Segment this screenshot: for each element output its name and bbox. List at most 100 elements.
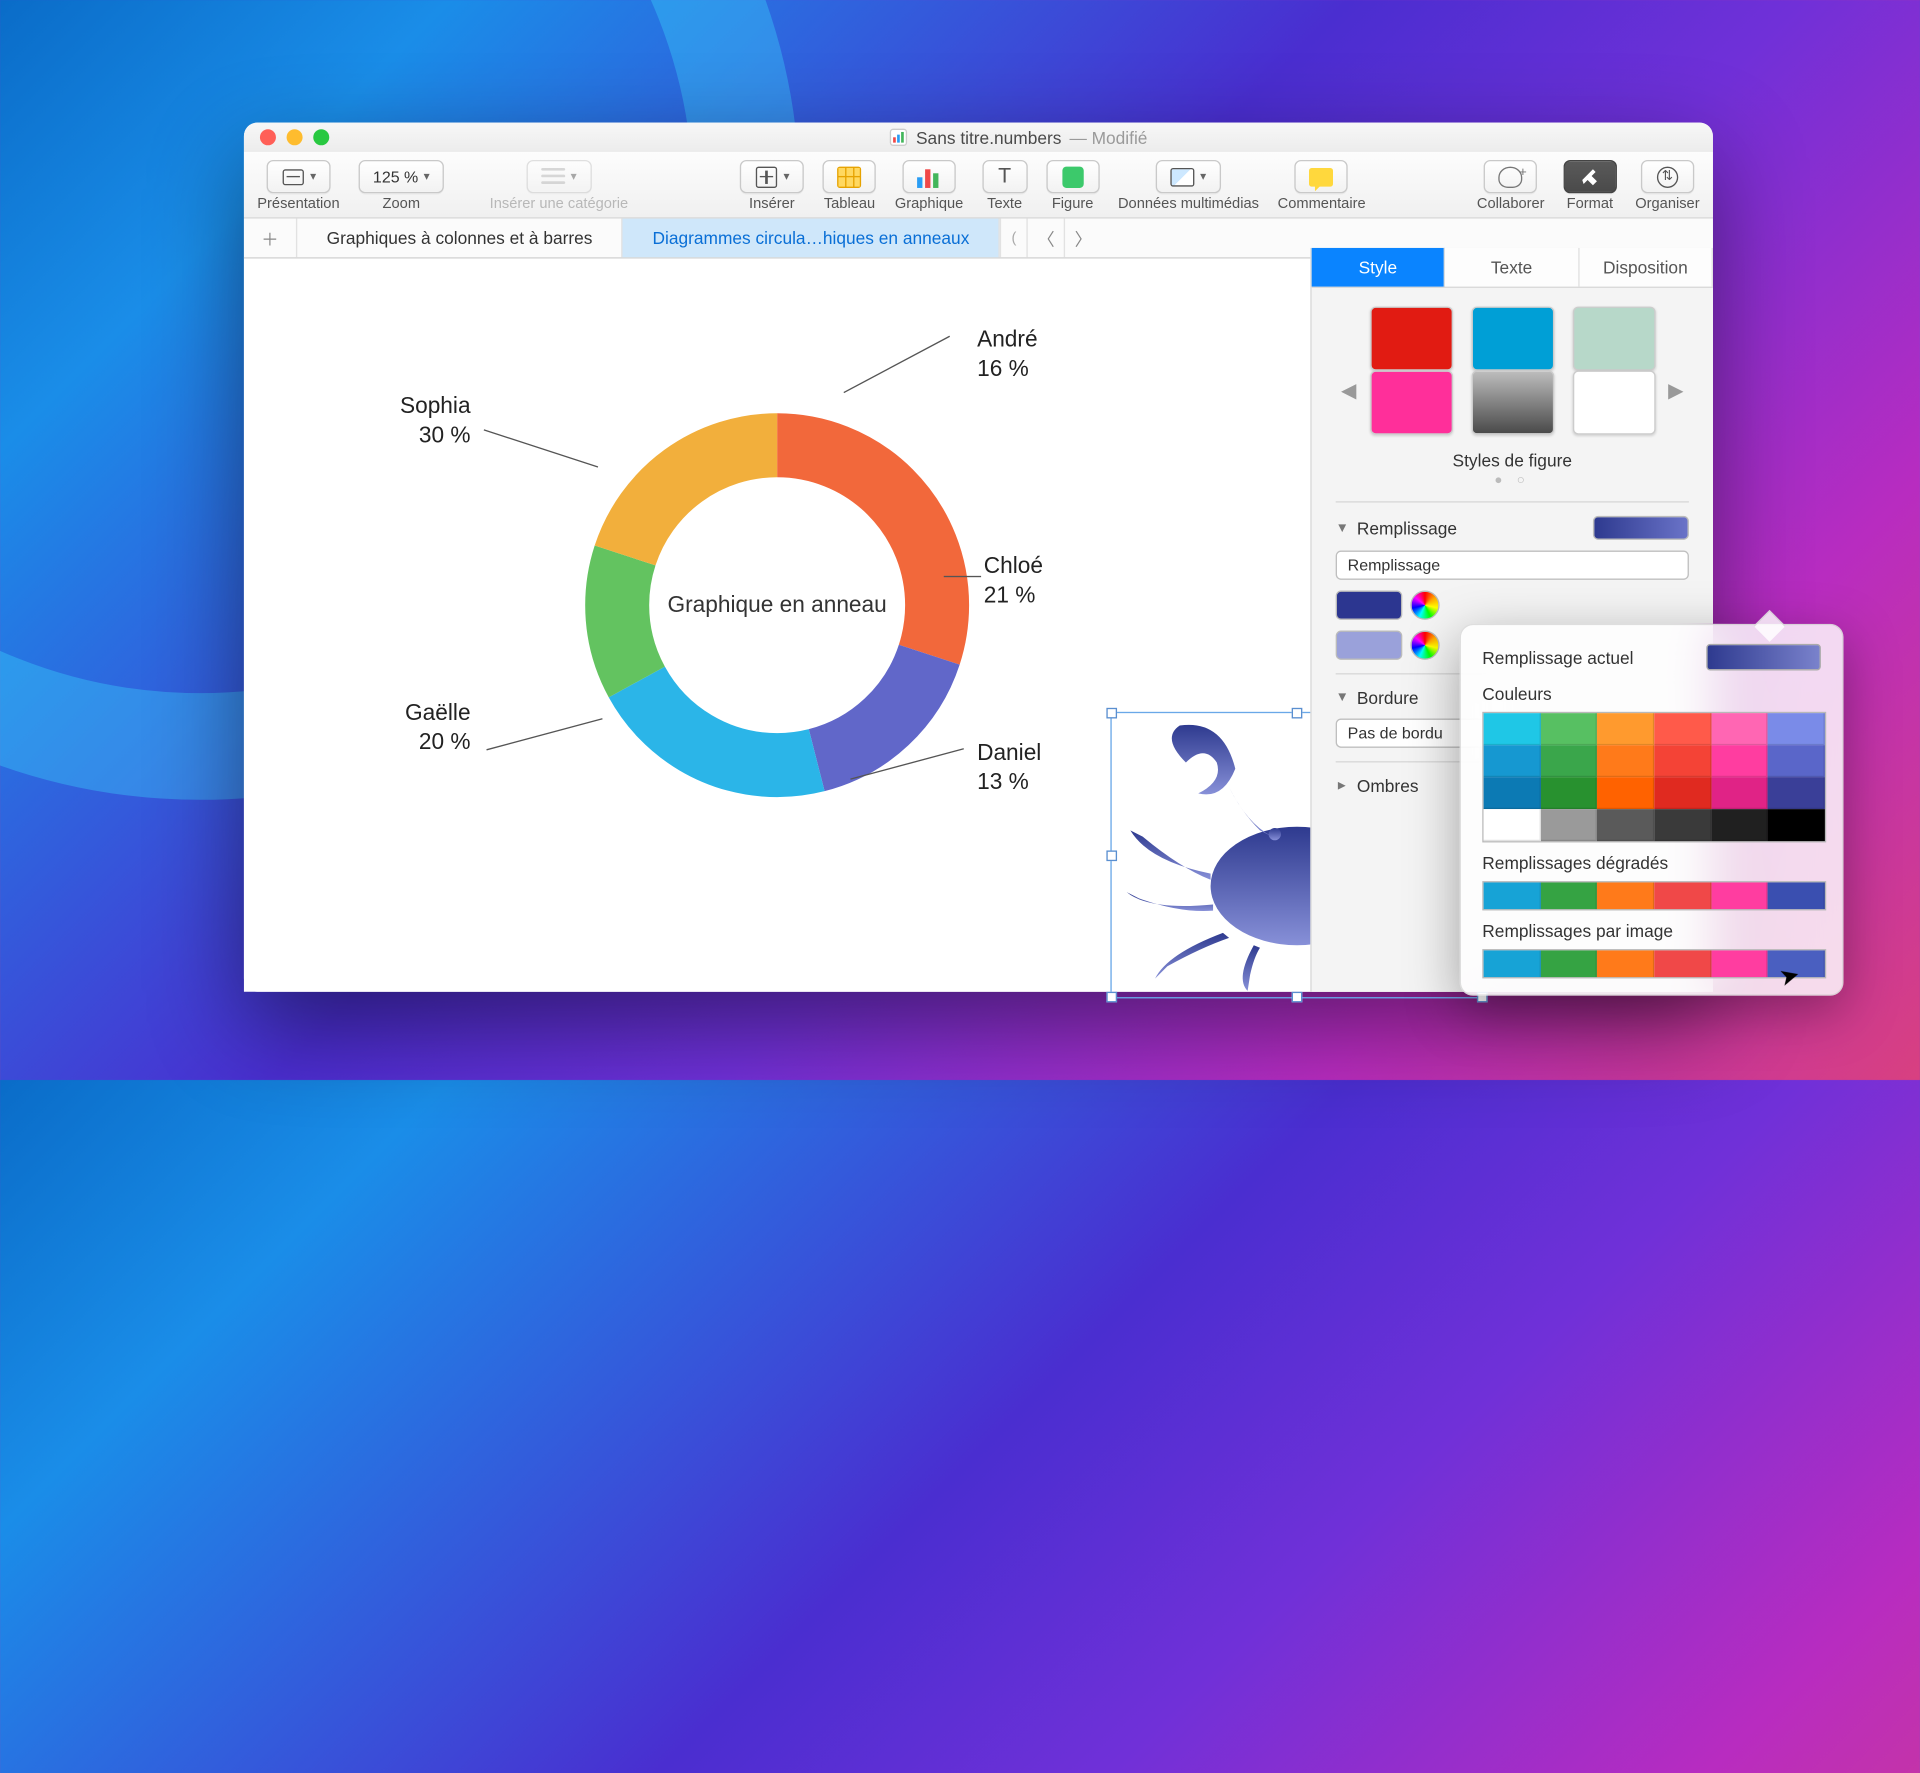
fill-section-toggle[interactable]: ▼Remplissage xyxy=(1336,516,1689,540)
color-swatch[interactable] xyxy=(1540,809,1597,841)
color-swatch[interactable] xyxy=(1654,713,1711,745)
color-swatch[interactable] xyxy=(1484,777,1541,809)
toolbar: ▾ Présentation 125 %▾ Zoom ▾ Insérer une… xyxy=(244,152,1713,219)
color-swatch[interactable] xyxy=(1768,882,1825,909)
gradient-end-swatch[interactable] xyxy=(1336,631,1403,660)
add-sheet-button[interactable]: ＋ xyxy=(244,219,297,258)
style-swatch[interactable] xyxy=(1572,371,1655,435)
color-swatch[interactable] xyxy=(1654,809,1711,841)
media-button[interactable]: ▾ xyxy=(1156,160,1221,193)
comment-label: Commentaire xyxy=(1278,196,1366,212)
chart-label-chloe: Chloé21 % xyxy=(984,552,1043,611)
resize-handle[interactable] xyxy=(1106,992,1117,1003)
color-swatch[interactable] xyxy=(1597,882,1654,909)
chevron-down-icon: ▾ xyxy=(1200,169,1206,184)
sheet-next-button[interactable]: 〉 xyxy=(1064,219,1101,258)
color-swatch[interactable] xyxy=(1484,745,1541,777)
chevron-down-icon: ▾ xyxy=(424,169,430,184)
table-button[interactable] xyxy=(823,160,876,193)
color-swatch[interactable] xyxy=(1484,950,1541,977)
sheet-prev-button[interactable]: 〈 xyxy=(1027,219,1064,258)
current-fill-chip[interactable] xyxy=(1706,644,1821,671)
format-label: Format xyxy=(1567,196,1613,212)
resize-handle[interactable] xyxy=(1106,708,1117,719)
chart-button[interactable] xyxy=(902,160,955,193)
comment-icon xyxy=(1310,165,1334,189)
color-picker-button[interactable] xyxy=(1410,631,1439,660)
format-button[interactable] xyxy=(1563,160,1616,193)
color-swatch[interactable] xyxy=(1540,950,1597,977)
sheet-tab-columns-bars[interactable]: Graphiques à colonnes et à barres xyxy=(297,219,623,258)
color-swatch[interactable] xyxy=(1711,777,1768,809)
color-swatch-grid xyxy=(1482,712,1826,843)
color-swatch[interactable] xyxy=(1768,745,1825,777)
resize-handle[interactable] xyxy=(1292,992,1303,1003)
inspector-tab-text[interactable]: Texte xyxy=(1445,248,1579,287)
style-swatch[interactable] xyxy=(1370,307,1453,371)
resize-handle[interactable] xyxy=(1292,708,1303,719)
color-swatch[interactable] xyxy=(1484,882,1541,909)
styles-page-dots[interactable]: ● ○ xyxy=(1336,473,1689,488)
minimize-window-button[interactable] xyxy=(287,129,303,145)
media-label: Données multimédias xyxy=(1118,196,1259,212)
list-icon xyxy=(541,165,565,189)
color-swatch[interactable] xyxy=(1711,809,1768,841)
media-icon xyxy=(1171,165,1195,189)
gradient-start-swatch[interactable] xyxy=(1336,591,1403,620)
color-picker-button[interactable] xyxy=(1410,591,1439,620)
bar-chart-icon xyxy=(917,165,941,189)
color-swatch[interactable] xyxy=(1484,809,1541,841)
insert-button[interactable]: ▾ xyxy=(740,160,805,193)
color-swatch[interactable] xyxy=(1597,777,1654,809)
color-swatch[interactable] xyxy=(1654,882,1711,909)
collaborate-button[interactable] xyxy=(1484,160,1537,193)
color-swatch[interactable] xyxy=(1597,713,1654,745)
color-swatch[interactable] xyxy=(1768,713,1825,745)
close-window-button[interactable] xyxy=(260,129,276,145)
color-swatch[interactable] xyxy=(1540,713,1597,745)
color-swatch[interactable] xyxy=(1711,950,1768,977)
chart-title: Graphique en anneau xyxy=(577,405,977,805)
figure-button[interactable] xyxy=(1046,160,1099,193)
color-swatch[interactable] xyxy=(1654,777,1711,809)
sheet-overflow[interactable]: ( xyxy=(1000,219,1027,258)
style-swatch[interactable] xyxy=(1471,307,1554,371)
styles-title: Styles de figure xyxy=(1336,451,1689,471)
view-button[interactable]: ▾ xyxy=(266,160,331,193)
color-swatch[interactable] xyxy=(1768,777,1825,809)
table-label: Tableau xyxy=(824,196,875,212)
fullscreen-window-button[interactable] xyxy=(313,129,329,145)
resize-handle[interactable] xyxy=(1106,850,1117,861)
color-swatch[interactable] xyxy=(1597,950,1654,977)
style-swatch[interactable] xyxy=(1471,371,1554,435)
fill-type-select[interactable]: Remplissage xyxy=(1336,551,1689,580)
inspector-tab-style[interactable]: Style xyxy=(1312,248,1446,287)
color-swatch[interactable] xyxy=(1484,713,1541,745)
color-swatch[interactable] xyxy=(1654,950,1711,977)
color-swatch[interactable] xyxy=(1597,809,1654,841)
comment-button[interactable] xyxy=(1295,160,1348,193)
styles-next-button[interactable]: ▶ xyxy=(1663,379,1689,403)
color-swatch[interactable] xyxy=(1540,777,1597,809)
color-swatch[interactable] xyxy=(1654,745,1711,777)
color-swatch[interactable] xyxy=(1711,713,1768,745)
style-swatch[interactable] xyxy=(1370,371,1453,435)
insert-category-button: ▾ xyxy=(527,160,592,193)
color-swatch[interactable] xyxy=(1768,809,1825,841)
organize-button[interactable]: ⇅ xyxy=(1641,160,1694,193)
color-swatch[interactable] xyxy=(1597,745,1654,777)
fill-preview-chip[interactable] xyxy=(1593,516,1689,540)
zoom-label: Zoom xyxy=(383,196,420,212)
text-button[interactable]: T xyxy=(982,160,1027,193)
donut-chart[interactable]: Graphique en anneau Sophia30 % André16 %… xyxy=(404,352,1097,912)
style-swatch[interactable] xyxy=(1572,307,1655,371)
color-swatch[interactable] xyxy=(1540,882,1597,909)
inspector-tab-layout[interactable]: Disposition xyxy=(1579,248,1713,287)
color-swatch[interactable] xyxy=(1711,882,1768,909)
document-icon xyxy=(889,128,908,147)
zoom-button[interactable]: 125 %▾ xyxy=(358,160,444,193)
sheet-tab-pie-donut[interactable]: Diagrammes circula…hiques en anneaux xyxy=(623,219,1000,258)
color-swatch[interactable] xyxy=(1711,745,1768,777)
styles-prev-button[interactable]: ◀ xyxy=(1336,379,1362,403)
color-swatch[interactable] xyxy=(1540,745,1597,777)
